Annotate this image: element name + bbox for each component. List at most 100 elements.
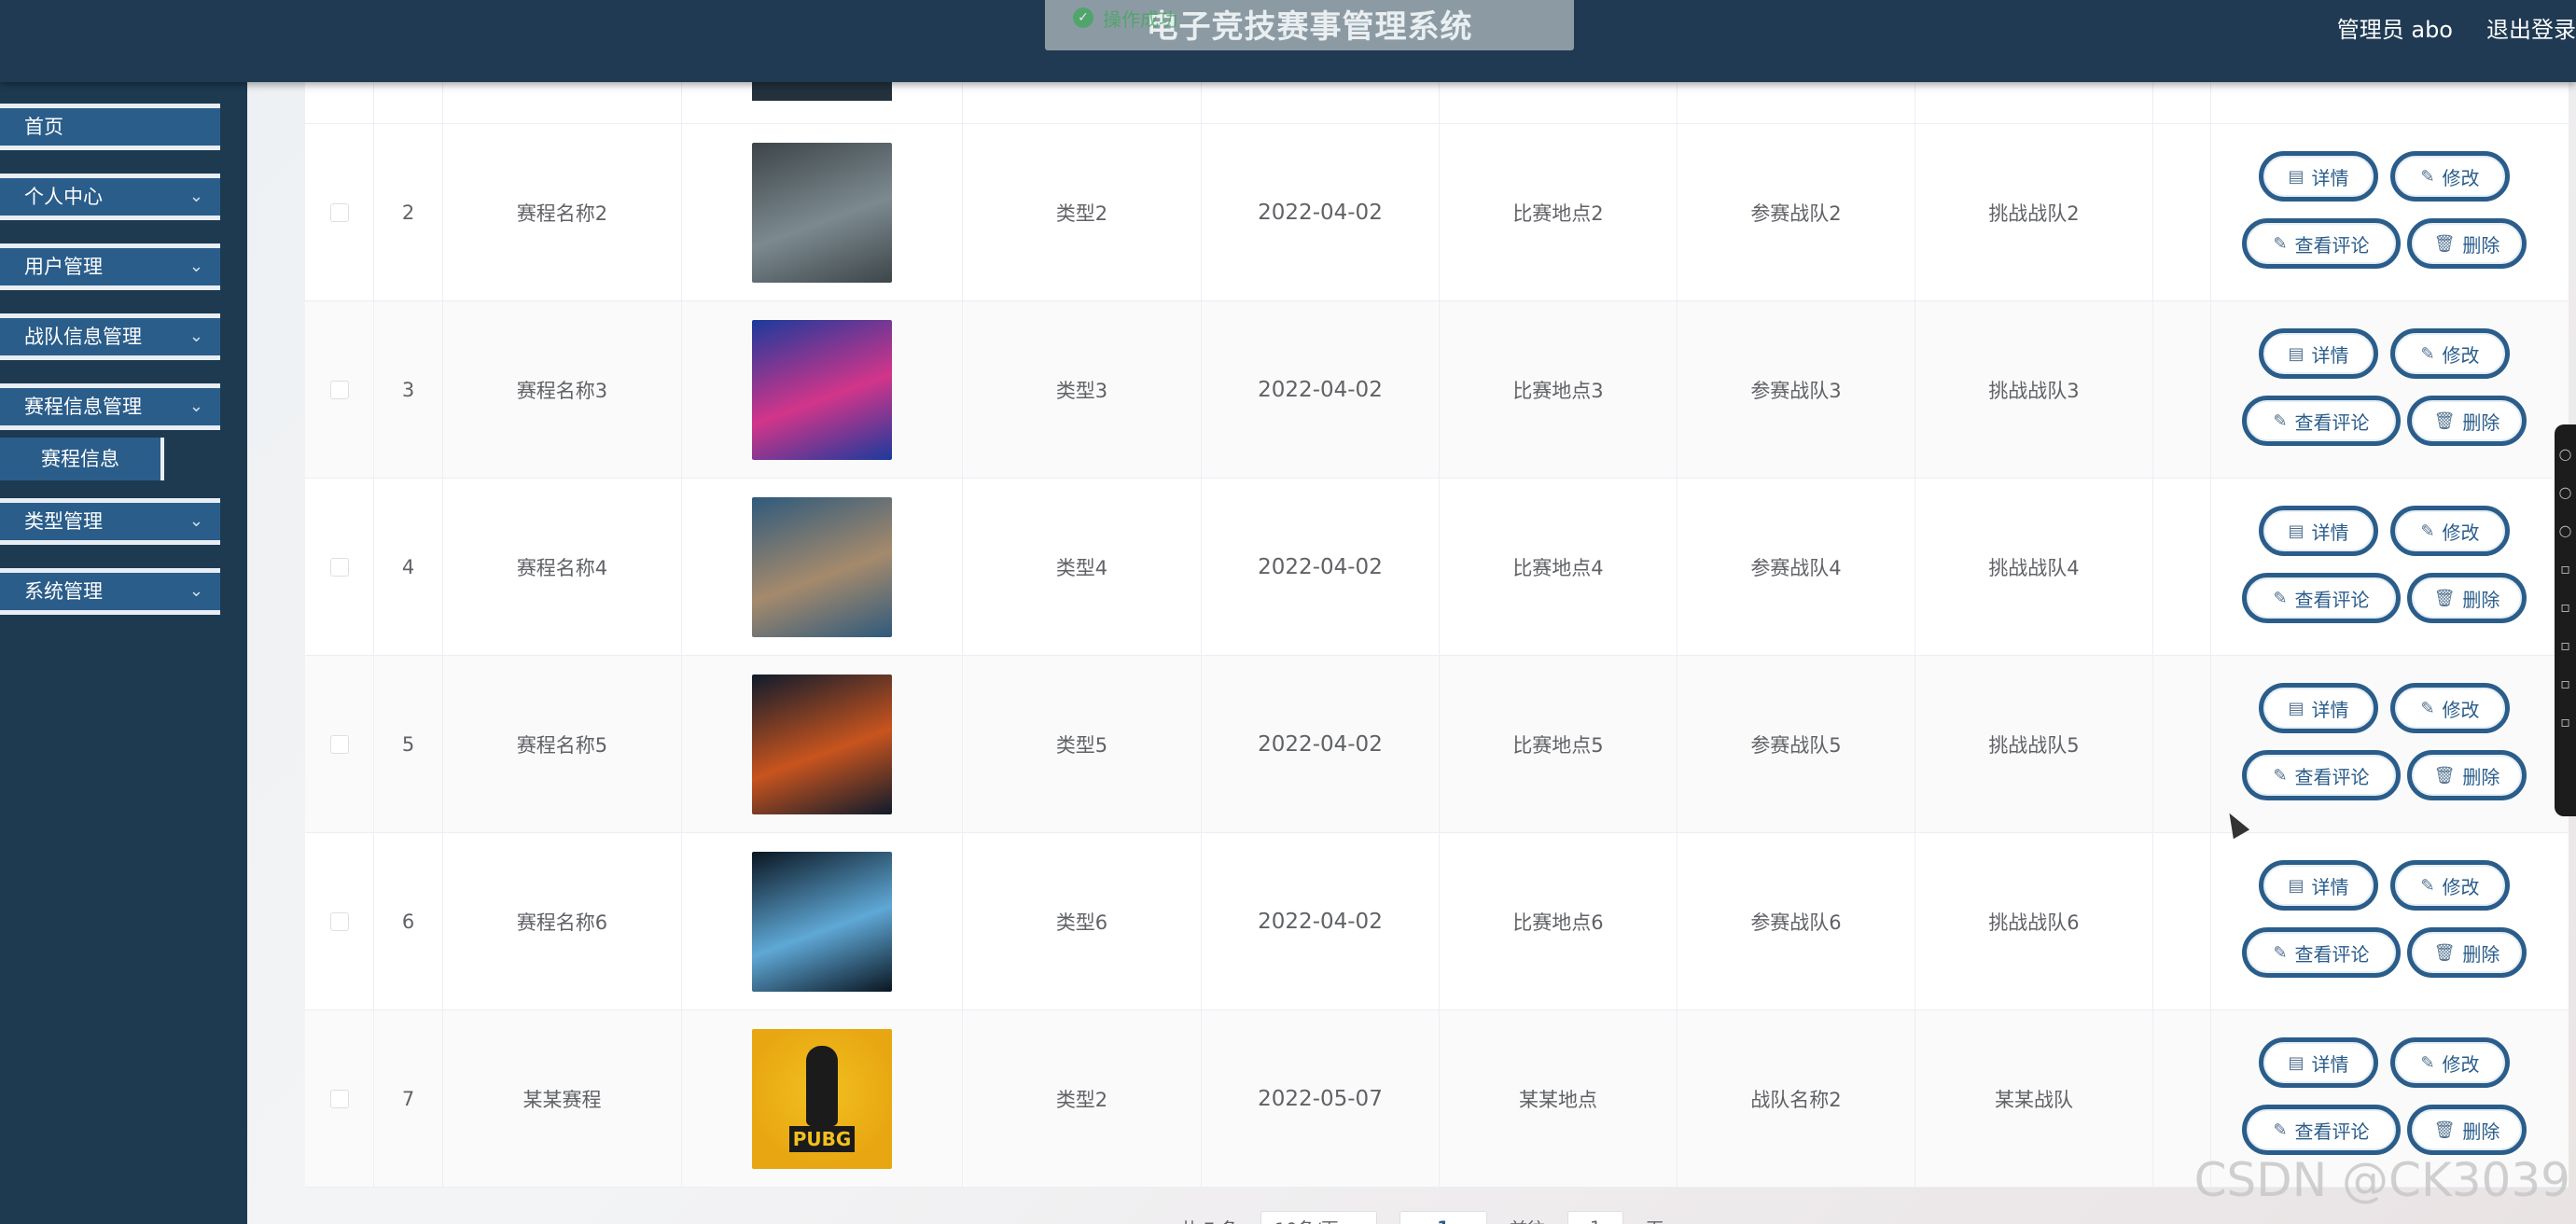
row-checkbox[interactable] bbox=[329, 1089, 349, 1108]
sidebar-item-user-management[interactable]: 用户管理 ⌄ bbox=[0, 243, 220, 290]
view-comments-button[interactable]: ✎ 查看评论 bbox=[2242, 927, 2401, 978]
sidebar-subitem-schedule-info[interactable]: 赛程信息 bbox=[0, 438, 164, 480]
delete-button[interactable]: 🗑 删除 bbox=[2407, 573, 2527, 623]
edit-button[interactable]: ✎ 修改 bbox=[2390, 683, 2510, 733]
sidebar-item-schedule-management[interactable]: 赛程信息管理 ⌄ bbox=[0, 383, 220, 430]
view-comments-button[interactable]: ✎ 查看评论 bbox=[2242, 1105, 2401, 1155]
edit-button[interactable]: ✎ 修改 bbox=[2390, 1037, 2510, 1088]
toolbar-icon[interactable]: ▫ bbox=[2555, 675, 2576, 692]
schedule-image bbox=[752, 82, 892, 101]
row-checkbox[interactable] bbox=[329, 911, 349, 931]
chevron-down-icon: ⌄ bbox=[188, 581, 203, 601]
location-cell: 比赛地点4 bbox=[1440, 479, 1678, 655]
schedule-image bbox=[752, 851, 892, 992]
detail-button-label: 详情 bbox=[2311, 521, 2349, 544]
checkbox-cell bbox=[305, 656, 374, 832]
index-cell: 4 bbox=[374, 479, 443, 655]
chevron-down-icon: ⌄ bbox=[188, 396, 203, 416]
prev-page-icon[interactable]: ‹ bbox=[1413, 1217, 1421, 1224]
floating-toolbar[interactable]: ○ ○ ○ ▫ ▫ ▫ ▫ ▫ bbox=[2555, 424, 2576, 816]
sidebar-item-type-management[interactable]: 类型管理 ⌄ bbox=[0, 498, 220, 545]
table-row: 3 赛程名称3 类型3 2022-04-02 比赛地点3 参赛战队3 挑战战队3 ▤ 详情 ✎ 修改… bbox=[305, 301, 2569, 479]
view-comments-button-label: 查看评论 bbox=[2294, 588, 2370, 611]
sidebar-item-label: 赛程信息管理 bbox=[24, 396, 142, 418]
detail-button[interactable]: ▤ 详情 bbox=[2259, 860, 2378, 911]
delete-button[interactable]: 🗑 删除 bbox=[2407, 1105, 2527, 1155]
edit-button-label: 修改 bbox=[2442, 875, 2480, 898]
edit-button[interactable]: ✎ 修改 bbox=[2390, 506, 2510, 556]
date-cell: 2022-04-02 bbox=[1202, 656, 1440, 832]
spacer-cell bbox=[2153, 833, 2211, 1009]
view-comments-button[interactable]: ✎ 查看评论 bbox=[2242, 218, 2401, 269]
sidebar-item-team-management[interactable]: 战队信息管理 ⌄ bbox=[0, 313, 220, 360]
edit-button[interactable]: ✎ 修改 bbox=[2390, 151, 2510, 202]
view-comments-button[interactable]: ✎ 查看评论 bbox=[2242, 750, 2401, 800]
edit-button-label: 修改 bbox=[2442, 698, 2480, 721]
view-comments-button-label: 查看评论 bbox=[2294, 1120, 2370, 1143]
chevron-down-icon: ⌄ bbox=[188, 187, 203, 206]
toolbar-icon[interactable]: ○ bbox=[2555, 483, 2576, 501]
image-cell bbox=[682, 301, 963, 478]
actions-cell: ▤ 详情 ✎ 修改 ✎ 查看评论 🗑 删除 bbox=[2211, 833, 2569, 1009]
team-cell: 参赛战队3 bbox=[1678, 301, 1915, 478]
image-cell bbox=[682, 124, 963, 300]
type-cell: 类型2 bbox=[963, 1010, 1202, 1187]
schedule-table: 2 赛程名称2 类型2 2022-04-02 比赛地点2 参赛战队2 挑战战队2 ▤ 详情 ✎ 修改… bbox=[305, 82, 2569, 1188]
delete-button[interactable]: 🗑 删除 bbox=[2407, 218, 2527, 269]
view-comments-button[interactable]: ✎ 查看评论 bbox=[2242, 573, 2401, 623]
soldier-silhouette bbox=[806, 1045, 838, 1126]
view-comments-button-label: 查看评论 bbox=[2294, 765, 2370, 788]
detail-button[interactable]: ▤ 详情 bbox=[2259, 506, 2378, 556]
challenger-cell: 某某战队 bbox=[1915, 1010, 2153, 1187]
schedule-name-cell: 赛程名称4 bbox=[443, 479, 682, 655]
challenger-cell: 挑战战队6 bbox=[1915, 833, 2153, 1009]
delete-button[interactable]: 🗑 删除 bbox=[2407, 750, 2527, 800]
row-checkbox[interactable] bbox=[329, 380, 349, 399]
toolbar-icon[interactable]: ○ bbox=[2555, 445, 2576, 463]
delete-button[interactable]: 🗑 删除 bbox=[2407, 927, 2527, 978]
detail-button[interactable]: ▤ 详情 bbox=[2259, 328, 2378, 379]
toolbar-icon[interactable]: ▫ bbox=[2555, 713, 2576, 730]
toolbar-icon[interactable]: ○ bbox=[2555, 522, 2576, 539]
row-checkbox[interactable] bbox=[329, 734, 349, 754]
schedule-name-cell: 某某赛程 bbox=[443, 1010, 682, 1187]
current-page[interactable]: 1 bbox=[1437, 1217, 1449, 1224]
challenger-cell: 挑战战队5 bbox=[1915, 656, 2153, 832]
actions-cell: ▤ 详情 ✎ 修改 ✎ 查看评论 🗑 删除 bbox=[2211, 656, 2569, 832]
view-comments-button[interactable]: ✎ 查看评论 bbox=[2242, 396, 2401, 446]
actions-cell: ▤ 详情 ✎ 修改 ✎ 查看评论 🗑 删除 bbox=[2211, 479, 2569, 655]
toolbar-icon[interactable]: ▫ bbox=[2555, 598, 2576, 616]
row-checkbox[interactable] bbox=[329, 557, 349, 577]
sidebar-item-home[interactable]: 首页 bbox=[0, 104, 220, 150]
detail-button-label: 详情 bbox=[2311, 1052, 2349, 1076]
logout-link[interactable]: 退出登录 bbox=[2486, 11, 2576, 44]
sidebar-item-system-management[interactable]: 系统管理 ⌄ bbox=[0, 568, 220, 615]
detail-button-label: 详情 bbox=[2311, 875, 2349, 898]
document-icon: ▤ bbox=[2288, 698, 2304, 718]
page-size-value: 10条/页 bbox=[1274, 1216, 1339, 1224]
actions-cell: ▤ 详情 ✎ 修改 ✎ 查看评论 🗑 删除 bbox=[2211, 124, 2569, 300]
chevron-down-icon: ⌄ bbox=[188, 327, 203, 346]
edit-button-label: 修改 bbox=[2442, 521, 2480, 544]
type-cell: 类型3 bbox=[963, 301, 1202, 478]
sidebar-item-personal-center[interactable]: 个人中心 ⌄ bbox=[0, 174, 220, 220]
toolbar-icon[interactable]: ▫ bbox=[2555, 560, 2576, 577]
date-cell: 2022-05-07 bbox=[1202, 1010, 1440, 1187]
delete-button[interactable]: 🗑 删除 bbox=[2407, 396, 2527, 446]
detail-button[interactable]: ▤ 详情 bbox=[2259, 151, 2378, 202]
goto-page-input[interactable]: 1 bbox=[1567, 1211, 1624, 1224]
delete-button-label: 删除 bbox=[2462, 588, 2500, 611]
next-page-icon[interactable]: › bbox=[1467, 1217, 1474, 1224]
row-checkbox[interactable] bbox=[329, 202, 349, 222]
challenger-cell: 挑战战队3 bbox=[1915, 301, 2153, 478]
watermark: CSDN @CK3039 bbox=[2193, 1153, 2570, 1207]
detail-button[interactable]: ▤ 详情 bbox=[2259, 1037, 2378, 1088]
edit-button[interactable]: ✎ 修改 bbox=[2390, 328, 2510, 379]
detail-button[interactable]: ▤ 详情 bbox=[2259, 683, 2378, 733]
image-cell bbox=[682, 479, 963, 655]
edit-button[interactable]: ✎ 修改 bbox=[2390, 860, 2510, 911]
trash-icon: 🗑 bbox=[2433, 233, 2456, 254]
edit-icon: ✎ bbox=[2273, 1120, 2288, 1140]
toolbar-icon[interactable]: ▫ bbox=[2555, 636, 2576, 654]
page-size-select[interactable]: 10条/页 ⌄ bbox=[1260, 1211, 1377, 1224]
